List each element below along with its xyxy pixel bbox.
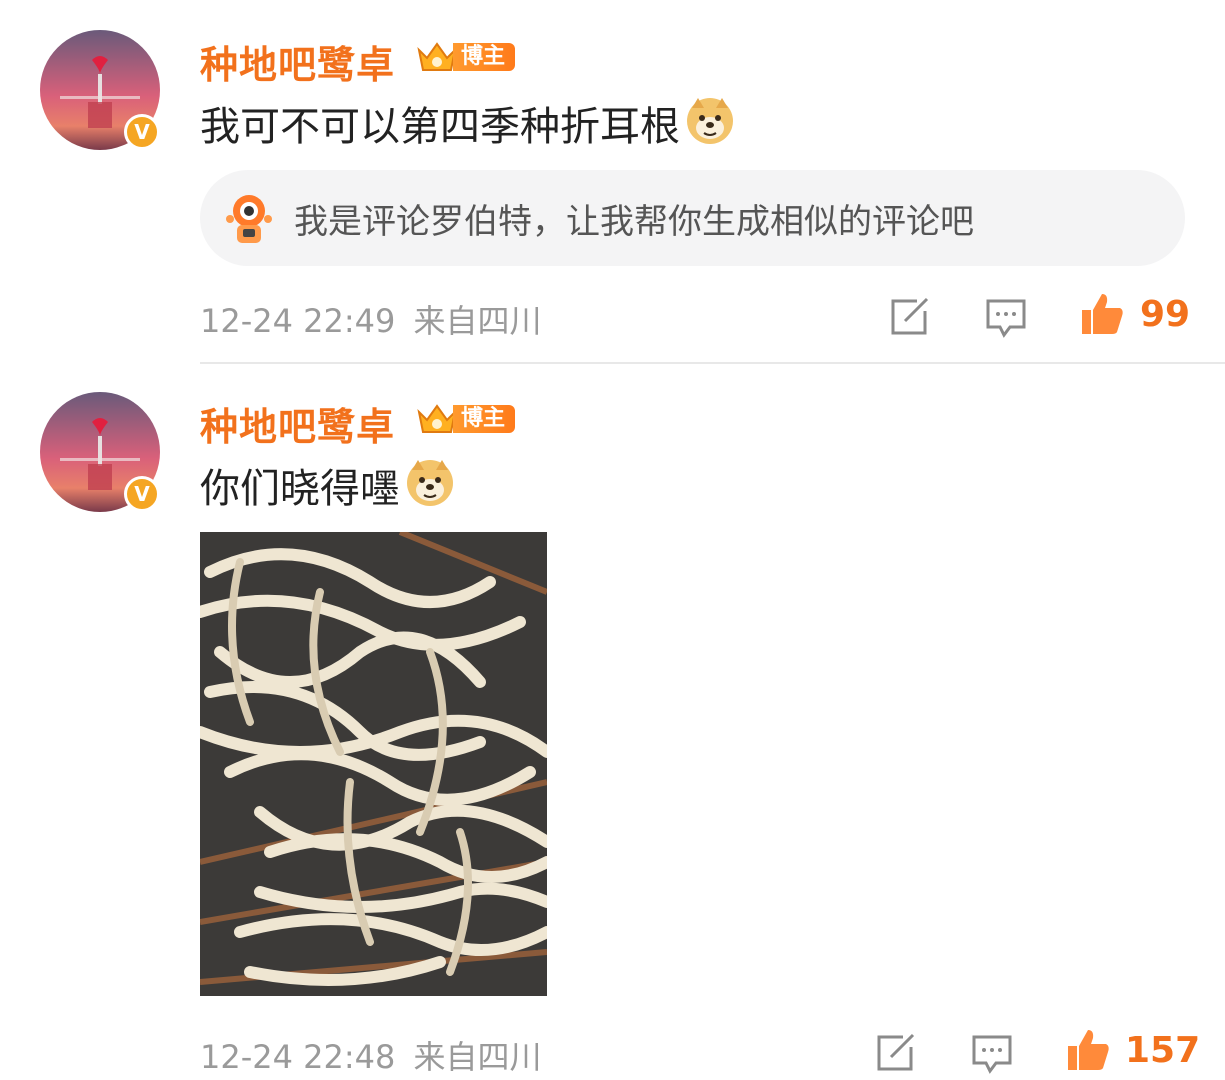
blogger-badge-label: 博主	[453, 43, 516, 71]
share-icon[interactable]	[887, 295, 931, 339]
username[interactable]: 种地吧鹭卓	[200, 396, 395, 451]
comment-location: 来自四川	[413, 1038, 542, 1076]
ai-prompt-text: 我是评论罗伯特，让我帮你生成相似的评论吧	[294, 201, 974, 242]
comment-icon[interactable]	[984, 295, 1028, 339]
robot-icon	[226, 195, 272, 243]
doge-emoji-icon	[407, 460, 453, 506]
verified-v-icon: V	[124, 114, 160, 150]
comment-text-content: 我可不可以第四季种折耳根	[200, 104, 680, 150]
blogger-badge: 博主	[415, 38, 516, 76]
doge-emoji-icon	[687, 98, 733, 144]
blogger-badge: 博主	[415, 400, 516, 438]
verified-v-icon: V	[124, 476, 160, 512]
like-thumb-icon[interactable]	[1064, 1026, 1112, 1074]
comment-icon[interactable]	[970, 1031, 1014, 1075]
comment-meta: 12-24 22:48 来自四川	[200, 1032, 542, 1078]
comment-meta: 12-24 22:49 来自四川	[200, 296, 542, 342]
like-count: 99	[1140, 294, 1191, 335]
ai-comment-suggestion[interactable]: 我是评论罗伯特，让我帮你生成相似的评论吧	[200, 170, 1185, 266]
like-thumb-icon[interactable]	[1078, 290, 1126, 338]
share-icon[interactable]	[873, 1031, 917, 1075]
like-count: 157	[1125, 1030, 1201, 1071]
comment-time: 12-24 22:49	[200, 302, 396, 340]
divider	[200, 362, 1225, 364]
comment-time: 12-24 22:48	[200, 1038, 396, 1076]
comment-text: 你们晓得嚜	[200, 456, 456, 514]
comment-text: 我可不可以第四季种折耳根	[200, 94, 736, 152]
comment-photo[interactable]	[200, 532, 547, 996]
comment-text-content: 你们晓得嚜	[200, 466, 400, 512]
username[interactable]: 种地吧鹭卓	[200, 34, 395, 89]
blogger-badge-label: 博主	[453, 405, 516, 433]
comment-location: 来自四川	[413, 302, 542, 340]
